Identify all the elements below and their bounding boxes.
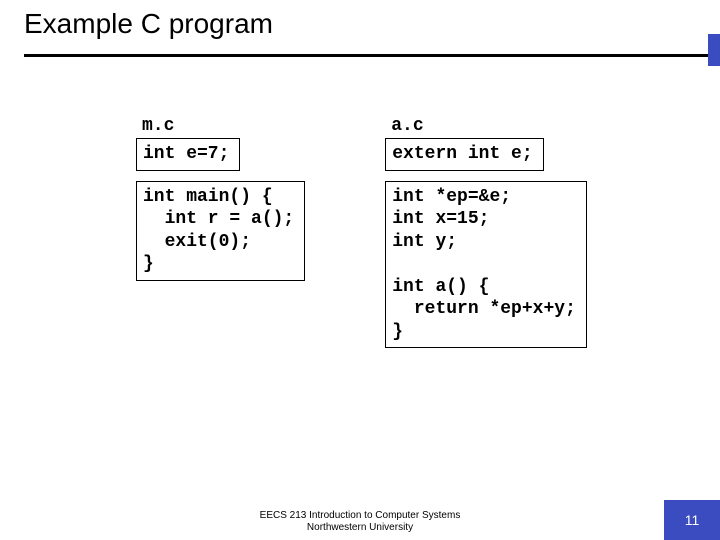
page-number: 11 <box>664 500 720 540</box>
footer-line-2: Northwestern University <box>0 522 720 534</box>
code-box-right-1: extern int e; <box>385 138 543 171</box>
rule-line <box>24 54 708 57</box>
filename-left: m.c <box>142 116 174 136</box>
slide-title: Example C program <box>0 0 720 44</box>
title-rule <box>0 44 720 76</box>
content-area: m.c int e=7; int main() { int r = a(); e… <box>0 76 720 348</box>
code-box-left-2: int main() { int r = a(); exit(0); } <box>136 181 305 281</box>
code-box-right-2: int *ep=&e; int x=15; int y; int a() { r… <box>385 181 587 349</box>
code-box-left-1: int e=7; <box>136 138 240 171</box>
left-column: m.c int e=7; int main() { int r = a(); e… <box>136 116 305 281</box>
right-column: a.c extern int e; int *ep=&e; int x=15; … <box>385 116 587 348</box>
rule-block <box>708 34 720 66</box>
footer: EECS 213 Introduction to Computer System… <box>0 510 720 534</box>
filename-right: a.c <box>391 116 423 136</box>
footer-line-1: EECS 213 Introduction to Computer System… <box>0 510 720 522</box>
